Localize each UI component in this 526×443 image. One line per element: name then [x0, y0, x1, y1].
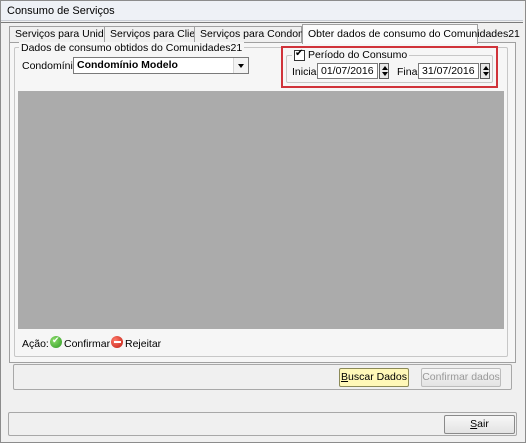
condominio-select[interactable]: Condomínio Modelo	[73, 57, 249, 74]
confirmar-dados-label: Confirmar dados	[422, 371, 500, 383]
title-divider	[1, 22, 523, 23]
sair-button[interactable]: Sair	[444, 415, 515, 434]
inicial-date-field[interactable]: 01/07/2016	[317, 63, 378, 79]
periodo-checkbox[interactable]	[294, 48, 305, 61]
confirmar-dados-button[interactable]: Confirmar dados	[421, 368, 501, 387]
buscar-label: uscar Dados	[348, 371, 407, 383]
periodo-checkbox-label: Período do Consumo	[308, 49, 408, 61]
check-circle-icon[interactable]	[50, 335, 62, 348]
sair-label: air	[477, 418, 489, 430]
group-legend: Dados de consumo obtidos do Comunidades2…	[19, 42, 245, 54]
tab-obter-dados[interactable]: Obter dados de consumo do Comunidades21	[302, 24, 520, 44]
periodo-legend: Período do Consumo	[292, 48, 410, 61]
chevron-down-icon[interactable]	[233, 58, 248, 73]
condominio-value: Condomínio Modelo	[77, 59, 178, 71]
acao-label: Ação:	[22, 338, 49, 350]
buscar-dados-button[interactable]: Buscar Dados	[339, 368, 409, 387]
inicial-date-value: 01/07/2016	[321, 65, 374, 77]
confirmar-action[interactable]: Confirmar	[64, 338, 110, 350]
final-date-field[interactable]: 31/07/2016	[418, 63, 479, 79]
inicial-spin-icon[interactable]	[379, 63, 389, 79]
final-date-value: 31/07/2016	[422, 65, 475, 77]
tab-servicos-condominios[interactable]: Serviços para Condomínios	[194, 26, 329, 43]
final-spin-icon[interactable]	[480, 63, 490, 79]
consumo-data-grid[interactable]	[18, 91, 504, 329]
footer-panel	[8, 412, 517, 436]
tab-servicos-clientes[interactable]: Serviços para Clientes	[104, 26, 215, 43]
no-entry-icon[interactable]	[111, 336, 123, 348]
title-bar: Consumo de Serviços	[1, 1, 523, 21]
tab-label: Obter dados de consumo do Comunidades21	[308, 28, 520, 40]
buscar-mnemonic: B	[341, 371, 349, 383]
tab-servicos-unidades[interactable]: Serviços para Unidades	[9, 26, 126, 43]
window-title: Consumo de Serviços	[7, 5, 115, 17]
rejeitar-action[interactable]: Rejeitar	[125, 338, 161, 350]
